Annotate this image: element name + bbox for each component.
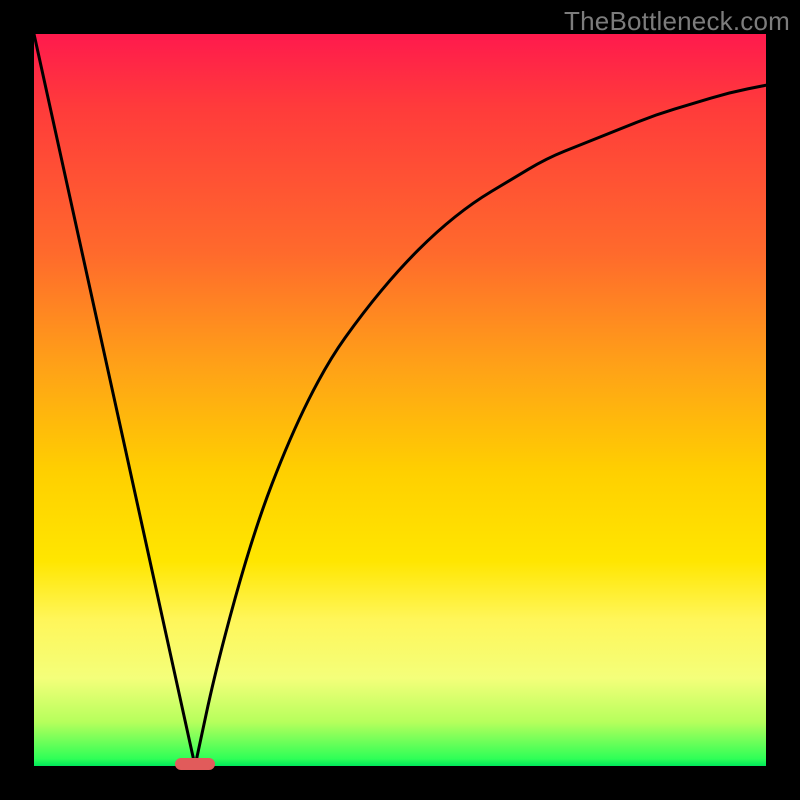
plot-area [34,34,766,766]
curve-svg [34,34,766,766]
chart-frame: TheBottleneck.com [0,0,800,800]
curve-path [34,34,766,766]
watermark-text: TheBottleneck.com [564,6,790,37]
min-marker-pill [175,758,215,770]
